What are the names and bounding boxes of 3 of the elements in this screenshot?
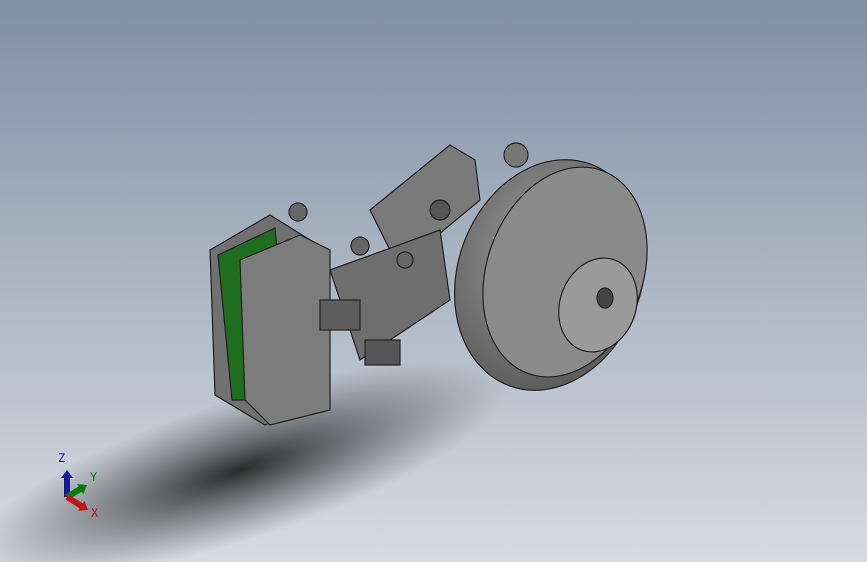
axis-label: X bbox=[91, 506, 98, 520]
axis-label: Z bbox=[58, 451, 66, 465]
axis-label: Y bbox=[90, 470, 98, 484]
